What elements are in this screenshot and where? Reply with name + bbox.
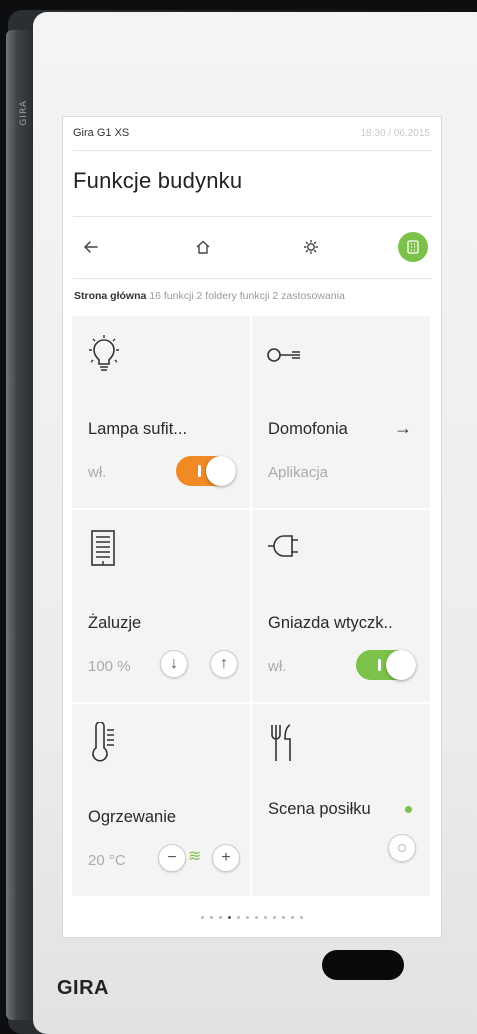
cutlery-icon bbox=[266, 722, 302, 764]
page-dot bbox=[282, 916, 285, 919]
tile-meal-scene[interactable]: Scena posiłku bbox=[252, 704, 430, 896]
page-dot bbox=[264, 916, 267, 919]
page-dot bbox=[255, 916, 258, 919]
settings-button[interactable] bbox=[296, 232, 326, 262]
nav-bar bbox=[62, 224, 442, 270]
status-bar: Gira G1 XS 18:30 / 06.2015 bbox=[62, 116, 442, 150]
arrow-right-icon[interactable]: → bbox=[394, 418, 412, 439]
page-dot bbox=[210, 916, 213, 919]
blind-icon bbox=[86, 528, 122, 570]
tile-sockets[interactable]: Gniazda wtyczk.. wł. bbox=[252, 510, 430, 702]
toggle-on-mark bbox=[378, 659, 381, 671]
tile-label: Ogrzewanie bbox=[88, 808, 177, 826]
breadcrumb-home[interactable]: Strona główna bbox=[74, 290, 146, 302]
page-dot-active bbox=[228, 916, 231, 919]
lamp-toggle[interactable] bbox=[176, 456, 236, 486]
scene-button-dot bbox=[398, 844, 406, 852]
brand-logo: GIRA bbox=[57, 977, 109, 999]
page-dot bbox=[219, 916, 222, 919]
device-side-edge: GIRA bbox=[6, 30, 34, 1020]
tile-label: Gniazda wtyczk.. bbox=[268, 614, 393, 632]
divider bbox=[73, 216, 432, 217]
arrow-left-icon bbox=[83, 239, 99, 255]
page-dot bbox=[237, 916, 240, 919]
tile-label: Domofonia bbox=[268, 420, 348, 438]
proximity-sensor bbox=[322, 950, 404, 980]
page-dot bbox=[273, 916, 276, 919]
tile-status: wł. bbox=[268, 658, 287, 675]
tile-intercom[interactable]: Domofonia → Aplikacja bbox=[252, 316, 430, 508]
tile-ceiling-lamp[interactable]: Lampa sufit... wł. bbox=[72, 316, 250, 508]
tile-blinds[interactable]: Żaluzje 100 % ↓ ↑ bbox=[72, 510, 250, 702]
plug-icon bbox=[266, 528, 302, 570]
tile-status: 100 % bbox=[88, 658, 131, 675]
key-icon bbox=[266, 334, 306, 376]
gear-icon bbox=[303, 239, 319, 255]
heat-icon: ≋ bbox=[188, 848, 202, 865]
page-dot bbox=[300, 916, 303, 919]
scene-active-indicator bbox=[405, 806, 412, 813]
functions-button[interactable] bbox=[398, 232, 428, 262]
divider bbox=[73, 150, 432, 151]
home-icon bbox=[195, 239, 211, 255]
page-dot bbox=[291, 916, 294, 919]
light-bulb-icon bbox=[86, 334, 122, 376]
thermometer-icon bbox=[86, 721, 122, 764]
grid-icon bbox=[405, 239, 421, 255]
tile-label: Scena posiłku bbox=[268, 800, 371, 818]
tile-status: wł. bbox=[88, 464, 107, 481]
sockets-toggle[interactable] bbox=[356, 650, 416, 680]
page-title: Funkcje budynku bbox=[73, 168, 243, 193]
breadcrumb: Strona główna 16 funkcji 2 foldery funkc… bbox=[74, 290, 345, 302]
toggle-on-mark bbox=[198, 465, 201, 477]
blinds-down-button[interactable]: ↓ bbox=[160, 650, 188, 678]
page-indicator[interactable] bbox=[62, 906, 442, 924]
temperature-plus-button[interactable]: + bbox=[212, 844, 240, 872]
temperature-minus-button[interactable]: − bbox=[158, 844, 186, 872]
tile-heating[interactable]: Ogrzewanie 20 °C − ≋ + bbox=[72, 704, 250, 896]
touch-screen: Gira G1 XS 18:30 / 06.2015 Funkcje budyn… bbox=[62, 116, 442, 938]
breadcrumb-summary: 16 funkcji 2 foldery funkcji 2 zastosowa… bbox=[149, 290, 345, 302]
blinds-up-button[interactable]: ↑ bbox=[210, 650, 238, 678]
device-name-label: Gira G1 XS bbox=[73, 127, 130, 139]
home-button[interactable] bbox=[188, 232, 218, 262]
page-dot bbox=[246, 916, 249, 919]
scene-trigger-button[interactable] bbox=[388, 834, 416, 862]
tile-label: Lampa sufit... bbox=[88, 420, 188, 438]
page-dot bbox=[201, 916, 204, 919]
tile-status: 20 °C bbox=[88, 852, 126, 869]
toggle-knob bbox=[386, 650, 416, 680]
function-tiles: Lampa sufit... wł. Domofonia → Aplikacja… bbox=[72, 316, 430, 896]
edge-brand-text: GIRA bbox=[19, 100, 29, 126]
tile-label: Żaluzje bbox=[88, 614, 142, 632]
clock-date: 18:30 / 06.2015 bbox=[360, 128, 430, 139]
tile-status: Aplikacja bbox=[268, 464, 329, 481]
divider bbox=[73, 278, 432, 279]
toggle-knob bbox=[206, 456, 236, 486]
back-button[interactable] bbox=[76, 232, 106, 262]
